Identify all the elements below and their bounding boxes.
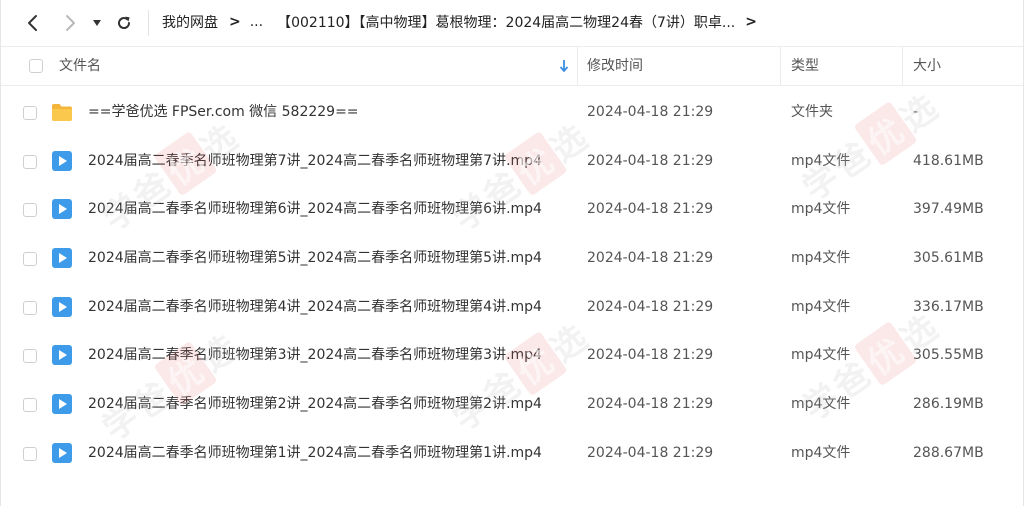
row-checkbox[interactable] — [23, 446, 37, 461]
file-size: - — [913, 104, 919, 120]
file-modified-time: 2024-04-18 21:29 — [587, 347, 714, 364]
file-size: 286.19MB — [913, 396, 984, 413]
folder-icon — [52, 104, 72, 121]
column-header-name[interactable]: 文件名 — [59, 47, 101, 85]
chevron-right-icon — [66, 15, 75, 31]
file-modified-time: 2024-04-18 21:29 — [587, 250, 714, 267]
breadcrumb: 我的网盘 > ... 【002110】【高中物理】葛根物理：2024届高二物理2… — [162, 12, 766, 32]
chevron-left-icon — [28, 15, 37, 31]
table-row[interactable]: 2024届高二春季名师班物理第7讲_2024高二春季名师班物理第7讲.mp4 2… — [1, 137, 1023, 186]
file-modified-time: 2024-04-18 21:29 — [587, 444, 714, 461]
table-row[interactable]: ==学爸优选 FPSer.com 微信 582229== 2024-04-18 … — [1, 88, 1023, 137]
navigation-bar: 我的网盘 > ... 【002110】【高中物理】葛根物理：2024届高二物理2… — [1, 0, 1023, 46]
column-header-type[interactable]: 类型 — [791, 47, 819, 85]
breadcrumb-current-folder: 【002110】【高中物理】葛根物理：2024届高二物理24春（7讲）职卓... — [277, 15, 736, 31]
table-row[interactable]: 2024届高二春季名师班物理第4讲_2024高二春季名师班物理第4讲.mp4 2… — [1, 283, 1023, 332]
row-checkbox[interactable] — [23, 154, 37, 169]
history-dropdown-button[interactable] — [85, 8, 109, 38]
file-type: mp4文件 — [791, 396, 851, 413]
forward-button[interactable] — [55, 8, 85, 38]
file-type: mp4文件 — [791, 250, 851, 267]
breadcrumb-trailing-separator[interactable]: > — [745, 14, 757, 30]
column-separator[interactable] — [902, 47, 903, 85]
row-checkbox[interactable] — [23, 349, 37, 364]
video-file-icon — [52, 394, 72, 415]
file-name: 2024届高二春季名师班物理第4讲_2024高二春季名师班物理第4讲.mp4 — [88, 298, 542, 315]
file-size: 305.61MB — [913, 250, 984, 267]
row-checkbox[interactable] — [23, 203, 37, 218]
table-row[interactable]: 2024届高二春季名师班物理第1讲_2024高二春季名师班物理第1讲.mp4 2… — [1, 429, 1023, 478]
file-type: mp4文件 — [791, 347, 851, 364]
video-file-icon — [52, 345, 72, 366]
file-modified-time: 2024-04-18 21:29 — [587, 201, 714, 218]
row-checkbox[interactable] — [23, 300, 37, 315]
select-all-checkbox[interactable] — [29, 59, 43, 73]
file-name: 2024届高二春季名师班物理第6讲_2024高二春季名师班物理第6讲.mp4 — [88, 201, 542, 218]
column-separator[interactable] — [780, 47, 781, 85]
file-type: mp4文件 — [791, 201, 851, 218]
table-row[interactable]: 2024届高二春季名师班物理第3讲_2024高二春季名师班物理第3讲.mp4 2… — [1, 331, 1023, 380]
file-name: 2024届高二春季名师班物理第1讲_2024高二春季名师班物理第1讲.mp4 — [88, 444, 542, 461]
video-file-icon — [52, 199, 72, 220]
video-file-icon — [52, 150, 72, 171]
column-header-size[interactable]: 大小 — [913, 47, 941, 85]
column-header-modified[interactable]: 修改时间 — [587, 47, 643, 85]
file-type: mp4文件 — [791, 298, 851, 315]
table-row[interactable]: 2024届高二春季名师班物理第5讲_2024高二春季名师班物理第5讲.mp4 2… — [1, 234, 1023, 283]
row-checkbox[interactable] — [23, 398, 37, 413]
video-file-icon — [52, 442, 72, 463]
video-file-icon — [52, 296, 72, 317]
row-checkbox[interactable] — [23, 106, 37, 120]
file-type: mp4文件 — [791, 444, 851, 461]
file-name: 2024届高二春季名师班物理第2讲_2024高二春季名师班物理第2讲.mp4 — [88, 396, 542, 413]
file-modified-time: 2024-04-18 21:29 — [587, 396, 714, 413]
sort-descending-icon[interactable] — [559, 59, 569, 73]
nav-divider — [148, 10, 149, 36]
file-name: 2024届高二春季名师班物理第5讲_2024高二春季名师班物理第5讲.mp4 — [88, 250, 542, 267]
table-row[interactable]: 2024届高二春季名师班物理第6讲_2024高二春季名师班物理第6讲.mp4 2… — [1, 185, 1023, 234]
file-modified-time: 2024-04-18 21:29 — [587, 104, 714, 120]
file-name: ==学爸优选 FPSer.com 微信 582229== — [88, 104, 359, 120]
breadcrumb-root[interactable]: 我的网盘 — [162, 12, 218, 32]
breadcrumb-separator: > — [229, 14, 241, 30]
row-checkbox[interactable] — [23, 252, 37, 267]
caret-down-icon — [93, 20, 101, 26]
breadcrumb-ellipsis[interactable]: ... — [250, 14, 263, 30]
file-size: 288.67MB — [913, 444, 984, 461]
video-file-icon — [52, 248, 72, 269]
file-type: 文件夹 — [791, 104, 833, 120]
file-modified-time: 2024-04-18 21:29 — [587, 152, 714, 169]
file-size: 336.17MB — [913, 298, 984, 315]
back-button[interactable] — [18, 8, 48, 38]
refresh-icon — [118, 16, 131, 29]
file-name: 2024届高二春季名师班物理第7讲_2024高二春季名师班物理第7讲.mp4 — [88, 152, 542, 169]
file-size: 418.61MB — [913, 152, 984, 169]
file-size: 305.55MB — [913, 347, 984, 364]
column-separator[interactable] — [577, 47, 578, 85]
file-type: mp4文件 — [791, 152, 851, 169]
refresh-button[interactable] — [109, 8, 139, 38]
table-body: ==学爸优选 FPSer.com 微信 582229== 2024-04-18 … — [1, 86, 1023, 478]
file-size: 397.49MB — [913, 201, 984, 218]
file-name: 2024届高二春季名师班物理第3讲_2024高二春季名师班物理第3讲.mp4 — [88, 347, 542, 364]
table-header: 文件名 修改时间 类型 大小 — [1, 46, 1023, 86]
file-browser-window: 我的网盘 > ... 【002110】【高中物理】葛根物理：2024届高二物理2… — [0, 0, 1024, 506]
file-table: 文件名 修改时间 类型 大小 ==学爸优选 FPSer.com 微信 58222… — [1, 46, 1023, 478]
table-row[interactable]: 2024届高二春季名师班物理第2讲_2024高二春季名师班物理第2讲.mp4 2… — [1, 380, 1023, 429]
file-modified-time: 2024-04-18 21:29 — [587, 298, 714, 315]
